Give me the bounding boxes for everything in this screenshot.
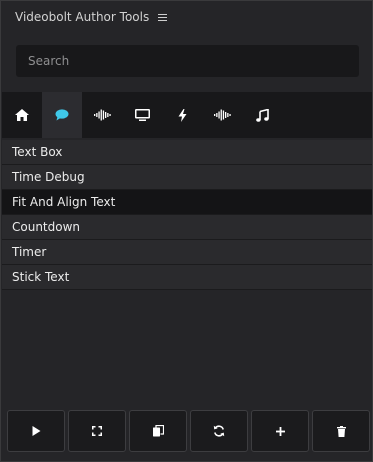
- refresh-button[interactable]: [190, 410, 248, 452]
- template-list: Text Box Time Debug Fit And Align Text C…: [2, 140, 372, 290]
- play-button[interactable]: [7, 410, 65, 452]
- chat-bubble-icon: [55, 109, 69, 121]
- author-tools-panel: Videobolt Author Tools Search Text Box T…: [0, 0, 373, 462]
- panel-header: Videobolt Author Tools: [1, 1, 372, 33]
- fullscreen-button[interactable]: [68, 410, 126, 452]
- hamburger-menu-icon[interactable]: [158, 13, 168, 21]
- tab-effects[interactable]: [162, 92, 202, 138]
- music-note-icon: [255, 108, 269, 122]
- audio-waveform-icon: [213, 109, 231, 121]
- lightning-bolt-icon: [178, 108, 186, 122]
- list-item[interactable]: Time Debug: [2, 165, 372, 190]
- add-button[interactable]: [251, 410, 309, 452]
- action-bar: [7, 410, 370, 454]
- panel-title: Videobolt Author Tools: [15, 10, 150, 24]
- tab-music[interactable]: [242, 92, 282, 138]
- home-icon: [15, 109, 29, 121]
- category-toolbar: [2, 92, 372, 138]
- tab-home[interactable]: [2, 92, 42, 138]
- list-item[interactable]: Stick Text: [2, 265, 372, 290]
- list-item[interactable]: Countdown: [2, 215, 372, 240]
- list-item[interactable]: Fit And Align Text: [2, 190, 372, 215]
- search-input[interactable]: [16, 45, 359, 77]
- tab-text[interactable]: [42, 92, 82, 138]
- tab-audio-2[interactable]: [202, 92, 242, 138]
- monitor-icon: [134, 109, 150, 121]
- audio-waveform-icon: [93, 109, 111, 121]
- list-item[interactable]: Timer: [2, 240, 372, 265]
- refresh-icon: [213, 425, 225, 437]
- fullscreen-icon: [92, 426, 102, 436]
- tab-audio[interactable]: [82, 92, 122, 138]
- tab-display[interactable]: [122, 92, 162, 138]
- copy-icon: [152, 425, 164, 437]
- copy-button[interactable]: [129, 410, 187, 452]
- play-icon: [32, 426, 40, 436]
- list-item[interactable]: Text Box: [2, 140, 372, 165]
- delete-button[interactable]: [312, 410, 370, 452]
- trash-icon: [336, 425, 346, 437]
- plus-icon: [275, 426, 285, 436]
